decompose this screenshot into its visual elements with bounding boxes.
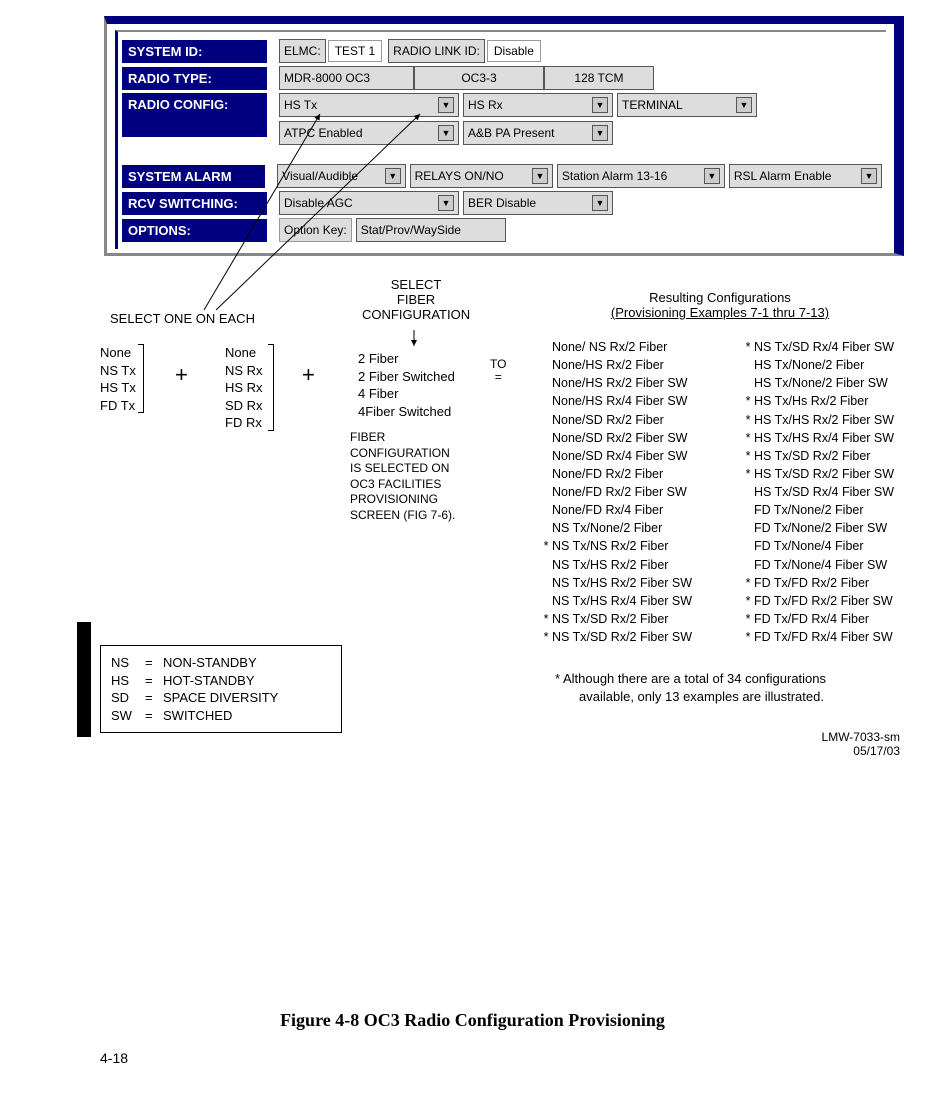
- legend-row: NS=NON-STANDBY: [111, 654, 331, 672]
- pa-select[interactable]: A&B PA Present ▼: [463, 121, 613, 145]
- radio-type-b[interactable]: OC3-3: [414, 66, 544, 90]
- page-number: 4-18: [100, 1050, 128, 1066]
- config-item: *HS Tx/SD Rx/2 Fiber SW: [742, 465, 894, 483]
- chevron-down-icon: ▼: [704, 168, 720, 184]
- radio-type-a[interactable]: MDR-8000 OC3: [279, 66, 414, 90]
- chevron-down-icon: ▼: [532, 168, 548, 184]
- config-item: *FD Tx/FD Rx/4 Fiber SW: [742, 628, 894, 646]
- config-item: *NS Tx/NS Rx/2 Fiber: [540, 537, 692, 555]
- config-item: *FD Tx/FD Rx/2 Fiber SW: [742, 592, 894, 610]
- label-rcv-switching: RCV SWITCHING:: [122, 192, 267, 215]
- radio-type-c[interactable]: 128 TCM: [544, 66, 654, 90]
- elmc-label: ELMC:: [279, 39, 326, 63]
- side-page-tab: [77, 622, 91, 737]
- station-alarm-select[interactable]: Station Alarm 13-16 ▼: [557, 164, 725, 188]
- label-radio-type: RADIO TYPE:: [122, 67, 267, 90]
- config-item: NS Tx/HS Rx/2 Fiber SW: [540, 574, 692, 592]
- config-item: *HS Tx/HS Rx/2 Fiber SW: [742, 411, 894, 429]
- results-title: Resulting Configurations (Provisioning E…: [575, 290, 865, 320]
- config-item: FD Tx/None/2 Fiber: [742, 501, 894, 519]
- plus-2: +: [302, 362, 315, 388]
- fiber-note: FIBER CONFIGURATION IS SELECTED ON OC3 F…: [350, 430, 455, 524]
- legend-row: SW=SWITCHED: [111, 707, 331, 725]
- atpc-select[interactable]: ATPC Enabled ▼: [279, 121, 459, 145]
- visual-audible-select[interactable]: Visual/Audible ▼: [277, 164, 406, 188]
- option-key-label: Option Key:: [279, 218, 352, 242]
- config-list-left: None/ NS Rx/2 FiberNone/HS Rx/2 FiberNon…: [540, 338, 692, 646]
- tx-list: None NS Tx HS Tx FD Tx: [100, 344, 136, 414]
- chevron-down-icon: ▼: [438, 195, 454, 211]
- config-item: None/SD Rx/4 Fiber SW: [540, 447, 692, 465]
- config-item: FD Tx/None/2 Fiber SW: [742, 519, 894, 537]
- agc-select[interactable]: Disable AGC ▼: [279, 191, 459, 215]
- chevron-down-icon: ▼: [861, 168, 877, 184]
- rx-list: None NS Rx HS Rx SD Rx FD Rx: [225, 344, 263, 432]
- chevron-down-icon: ▼: [592, 195, 608, 211]
- config-list-right: *NS Tx/SD Rx/4 Fiber SWHS Tx/None/2 Fibe…: [742, 338, 894, 646]
- config-item: *NS Tx/SD Rx/4 Fiber SW: [742, 338, 894, 356]
- config-item: None/SD Rx/2 Fiber: [540, 411, 692, 429]
- radio-link-id-label: RADIO LINK ID:: [388, 39, 485, 63]
- chevron-down-icon: ▼: [592, 97, 608, 113]
- config-item: FD Tx/None/4 Fiber: [742, 537, 894, 555]
- chevron-down-icon: ▼: [438, 97, 454, 113]
- config-item: *HS Tx/Hs Rx/2 Fiber: [742, 392, 894, 410]
- legend-row: HS=HOT-STANDBY: [111, 672, 331, 690]
- config-item: NS Tx/HS Rx/4 Fiber SW: [540, 592, 692, 610]
- config-item: None/HS Rx/4 Fiber SW: [540, 392, 692, 410]
- elmc-value[interactable]: TEST 1: [328, 40, 382, 62]
- relays-select[interactable]: RELAYS ON/NO ▼: [410, 164, 553, 188]
- hs-rx-select[interactable]: HS Rx ▼: [463, 93, 613, 117]
- config-item: None/SD Rx/2 Fiber SW: [540, 429, 692, 447]
- config-item: NS Tx/None/2 Fiber: [540, 519, 692, 537]
- rsl-alarm-select[interactable]: RSL Alarm Enable ▼: [729, 164, 882, 188]
- config-panel: SYSTEM ID: ELMC: TEST 1 RADIO LINK ID: D…: [104, 16, 904, 256]
- select-one-header: SELECT ONE ON EACH: [110, 312, 255, 327]
- config-item: *FD Tx/FD Rx/2 Fiber: [742, 574, 894, 592]
- config-item: NS Tx/HS Rx/2 Fiber: [540, 556, 692, 574]
- label-radio-config: RADIO CONFIG:: [122, 93, 267, 137]
- to-equals: TO =: [490, 358, 506, 384]
- config-item: *HS Tx/HS Rx/4 Fiber SW: [742, 429, 894, 447]
- config-item: None/FD Rx/2 Fiber SW: [540, 483, 692, 501]
- label-options: OPTIONS:: [122, 219, 267, 242]
- config-item: None/HS Rx/2 Fiber SW: [540, 374, 692, 392]
- option-key-value[interactable]: Stat/Prov/WaySide: [356, 218, 506, 242]
- chevron-down-icon: ▼: [592, 125, 608, 141]
- config-item: *FD Tx/FD Rx/4 Fiber: [742, 610, 894, 628]
- config-item: None/FD Rx/4 Fiber: [540, 501, 692, 519]
- config-item: None/ NS Rx/2 Fiber: [540, 338, 692, 356]
- chevron-down-icon: ▼: [385, 168, 401, 184]
- bracket-line: [143, 344, 144, 412]
- radio-link-id-value[interactable]: Disable: [487, 40, 541, 62]
- chevron-down-icon: ▼: [736, 97, 752, 113]
- config-item: HS Tx/None/2 Fiber: [742, 356, 894, 374]
- config-item: None/HS Rx/2 Fiber: [540, 356, 692, 374]
- fiber-list: 2 Fiber 2 Fiber Switched 4 Fiber 4Fiber …: [358, 350, 455, 420]
- plus-1: +: [175, 362, 188, 388]
- chevron-down-icon: ▼: [438, 125, 454, 141]
- config-item: *NS Tx/SD Rx/2 Fiber SW: [540, 628, 692, 646]
- legend-box: NS=NON-STANDBYHS=HOT-STANDBYSD=SPACE DIV…: [100, 645, 342, 733]
- label-system-id: SYSTEM ID:: [122, 40, 267, 63]
- hs-tx-select[interactable]: HS Tx ▼: [279, 93, 459, 117]
- asterisk-note: * Although there are a total of 34 confi…: [555, 670, 895, 705]
- fiber-header: SELECT FIBER CONFIGURATION: [362, 278, 470, 323]
- figure-caption: Figure 4-8 OC3 Radio Configuration Provi…: [0, 1010, 945, 1031]
- config-item: None/FD Rx/2 Fiber: [540, 465, 692, 483]
- ber-select[interactable]: BER Disable ▼: [463, 191, 613, 215]
- config-item: *HS Tx/SD Rx/2 Fiber: [742, 447, 894, 465]
- label-system-alarm: SYSTEM ALARM: [122, 165, 265, 188]
- config-item: *NS Tx/SD Rx/2 Fiber: [540, 610, 692, 628]
- document-id: LMW-7033-sm 05/17/03: [790, 730, 900, 758]
- legend-row: SD=SPACE DIVERSITY: [111, 689, 331, 707]
- terminal-select[interactable]: TERMINAL ▼: [617, 93, 757, 117]
- config-item: HS Tx/SD Rx/4 Fiber SW: [742, 483, 894, 501]
- config-item: FD Tx/None/4 Fiber SW: [742, 556, 894, 574]
- config-item: HS Tx/None/2 Fiber SW: [742, 374, 894, 392]
